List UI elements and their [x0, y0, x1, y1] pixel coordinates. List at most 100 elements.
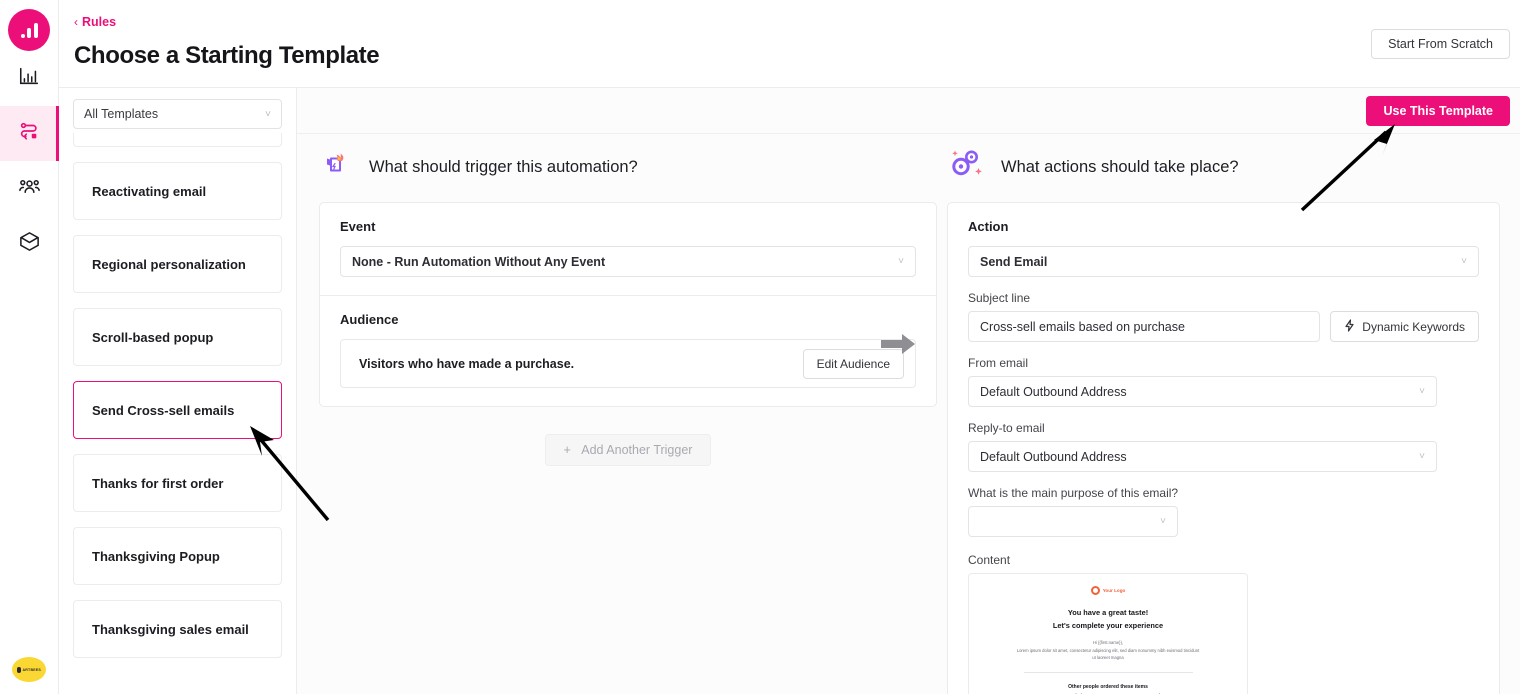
use-template-bar: Use This Template — [297, 88, 1520, 134]
package-box-icon — [18, 230, 41, 258]
trigger-column: What should trigger this automation? Eve… — [297, 88, 937, 694]
list-item-partial-top[interactable] — [73, 133, 282, 147]
app-root: ARTBEES ‹ Rules Choose a Starting Templa… — [0, 0, 1520, 694]
template-name: Regional personalization — [92, 256, 246, 272]
subject-line-label: Subject line — [968, 291, 1031, 305]
breadcrumb-rules[interactable]: ‹ Rules — [74, 15, 116, 29]
sidebar-item-rules[interactable] — [0, 106, 59, 161]
template-name: Thanks for first order — [92, 475, 224, 491]
event-segment: Event None - Run Automation Without Any … — [320, 203, 936, 295]
megaphone-flame-icon — [319, 147, 355, 188]
main-area: ‹ Rules Choose a Starting Template Start… — [59, 0, 1520, 694]
dynamic-keywords-label: Dynamic Keywords — [1362, 319, 1465, 334]
action-segment: Action Send Email ˅ Subject line Cross-s… — [948, 203, 1499, 694]
left-nav-rail: ARTBEES — [0, 0, 59, 694]
email-preview-inner: Your Logo You have a great taste! Let's … — [1016, 574, 1201, 694]
template-filter-value: All Templates — [84, 107, 159, 121]
sidebar-item-audience[interactable] — [0, 161, 59, 216]
reply-to-email-value: Default Outbound Address — [980, 449, 1127, 464]
email-purpose-select[interactable]: ˅ — [968, 506, 1178, 537]
app-logo[interactable] — [8, 9, 50, 51]
preview-logo-text: Your Logo — [1102, 588, 1126, 593]
chevron-down-icon: ˅ — [265, 108, 271, 120]
action-heading: What actions should take place? — [1001, 157, 1239, 176]
subject-line-row: Cross-sell emails based on purchase Dyna… — [968, 311, 1479, 342]
action-label: Action — [968, 219, 1009, 234]
content-row: All Templates ˅ Reactivating email Regio… — [59, 88, 1520, 694]
action-type-value: Send Email — [980, 254, 1048, 269]
chevron-left-icon: ‹ — [74, 15, 78, 29]
plus-icon: + — [563, 443, 571, 457]
list-item[interactable]: Scroll-based popup — [73, 308, 282, 366]
breadcrumb-label: Rules — [82, 15, 117, 29]
audience-row: Visitors who have made a purchase. Edit … — [340, 339, 916, 388]
people-group-icon — [18, 175, 41, 203]
chevron-down-icon: ˅ — [1419, 386, 1425, 397]
from-email-select[interactable]: Default Outbound Address ˅ — [968, 376, 1437, 407]
action-section-header: What actions should take place? — [947, 147, 1500, 187]
dynamic-keywords-button[interactable]: Dynamic Keywords — [1330, 311, 1479, 342]
template-name: Thanksgiving Popup — [92, 548, 220, 564]
page-header: ‹ Rules Choose a Starting Template Start… — [59, 0, 1520, 88]
reply-to-email-label: Reply-to email — [968, 421, 1045, 435]
template-list-panel: All Templates ˅ Reactivating email Regio… — [59, 88, 297, 694]
preview-greeting: Hi {{first.name}}, — [1092, 640, 1124, 646]
partner-badge[interactable]: ARTBEES — [12, 657, 46, 682]
automation-flow-icon — [18, 120, 40, 147]
trigger-section-header: What should trigger this automation? — [319, 147, 937, 187]
preview-paragraph: Lorem ipsum dolor sit amet, consectetur … — [1016, 647, 1200, 660]
template-name: Reactivating email — [92, 183, 207, 199]
from-email-value: Default Outbound Address — [980, 384, 1127, 399]
from-email-label: From email — [968, 356, 1029, 370]
page-title: Choose a Starting Template — [74, 42, 380, 69]
start-from-scratch-button[interactable]: Start From Scratch — [1371, 29, 1510, 59]
event-value: None - Run Automation Without Any Event — [352, 254, 606, 269]
sidebar-item-products[interactable] — [0, 216, 59, 271]
subject-line-value: Cross-sell emails based on purchase — [980, 319, 1185, 334]
automation-canvas: Use This Template What should trigger th… — [297, 88, 1520, 694]
template-filter-wrap: All Templates ˅ — [59, 88, 296, 129]
template-name: Scroll-based popup — [92, 329, 214, 345]
chevron-down-icon: ˅ — [1419, 451, 1425, 462]
chevron-down-icon: ˅ — [1461, 256, 1467, 267]
event-label: Event — [340, 219, 376, 234]
flow-arrow-icon — [881, 334, 915, 354]
reply-to-email-select[interactable]: Default Outbound Address ˅ — [968, 441, 1437, 472]
list-item-selected[interactable]: Send Cross-sell emails — [73, 381, 282, 439]
action-type-select[interactable]: Send Email ˅ — [968, 246, 1479, 277]
badge-label: ARTBEES — [22, 667, 42, 672]
action-column: What actions should take place? Action S… — [937, 88, 1520, 694]
add-another-trigger-button[interactable]: + Add Another Trigger — [544, 434, 712, 466]
list-item[interactable]: Thanksgiving Popup — [73, 527, 282, 585]
template-scroll-area[interactable]: Reactivating email Regional personalizat… — [59, 133, 296, 694]
email-purpose-label: What is the main purpose of this email? — [968, 486, 1179, 500]
list-fade-overlay — [59, 668, 296, 694]
list-item[interactable]: Regional personalization — [73, 235, 282, 293]
use-this-template-button[interactable]: Use This Template — [1366, 95, 1510, 126]
chevron-down-icon: ˅ — [1160, 516, 1166, 527]
preview-headline-2: Let's complete your experience — [1052, 620, 1164, 630]
trigger-card: Event None - Run Automation Without Any … — [319, 202, 937, 407]
preview-headline-1: You have a great taste! — [1067, 608, 1149, 617]
bar-chart-icon — [18, 65, 40, 92]
lightning-bolt-icon — [1344, 318, 1355, 335]
audience-description: Visitors who have made a purchase. — [359, 356, 575, 371]
add-trigger-label: Add Another Trigger — [581, 443, 693, 457]
list-item[interactable]: Thanks for first order — [73, 454, 282, 512]
template-filter-select[interactable]: All Templates ˅ — [73, 99, 282, 129]
sidebar-item-analytics[interactable] — [0, 51, 59, 106]
email-preview[interactable]: Your Logo You have a great taste! Let's … — [968, 573, 1248, 694]
event-select[interactable]: None - Run Automation Without Any Event … — [340, 246, 916, 277]
trigger-heading: What should trigger this automation? — [369, 157, 638, 176]
subject-line-input[interactable]: Cross-sell emails based on purchase — [968, 311, 1321, 342]
content-label: Content — [968, 553, 1011, 567]
list-item[interactable]: Reactivating email — [73, 162, 282, 220]
preview-logo: Your Logo — [1016, 586, 1201, 595]
badge-mark-icon — [16, 666, 21, 673]
audience-segment: Audience Visitors who have made a purcha… — [320, 295, 936, 406]
gears-sparkle-icon — [947, 146, 987, 189]
template-name: Thanksgiving sales email — [92, 621, 249, 637]
list-item[interactable]: Thanksgiving sales email — [73, 600, 282, 658]
template-name: Send Cross-sell emails — [92, 402, 235, 418]
logo-ring-icon — [1090, 586, 1100, 595]
